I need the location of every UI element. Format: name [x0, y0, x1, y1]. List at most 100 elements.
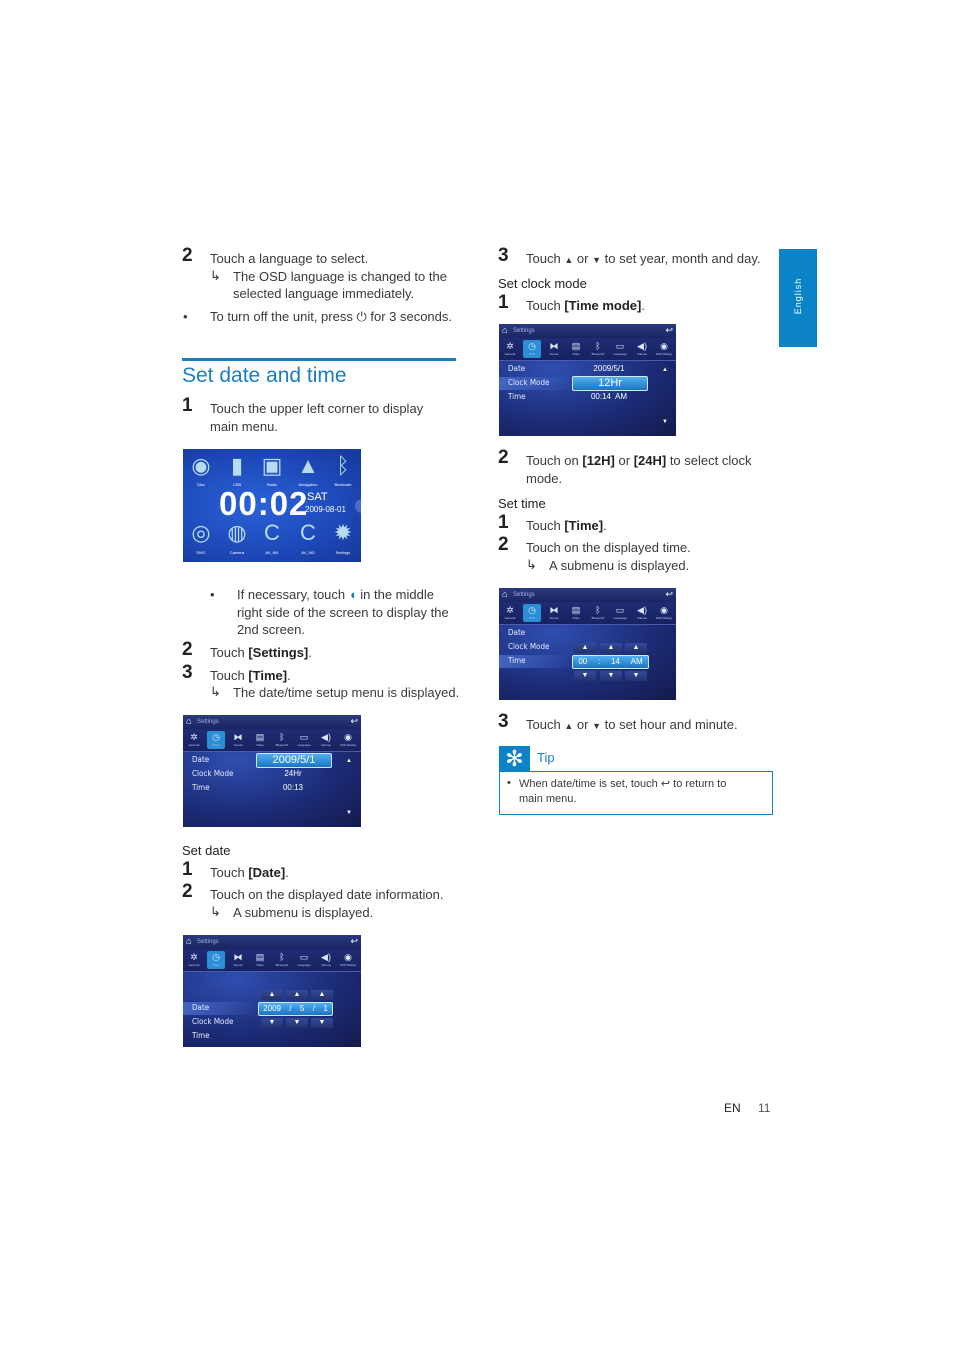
- step-text-part: .: [285, 865, 289, 880]
- clock-icon: ◷: [212, 952, 220, 962]
- tab-bluetooth: ᛒ Bluetooth: [589, 340, 607, 358]
- main-menu-screenshot: ◉ Disc ▮ USB ▣ Radio ▲ Navigation ᛒ Blue…: [183, 449, 361, 562]
- tab-volume: ◀) Volume: [633, 340, 651, 358]
- step-text: Touch ▲ or ▼ to set hour and minute.: [526, 716, 738, 735]
- language-icon: ▭: [299, 952, 309, 962]
- time-value: 00:13: [282, 783, 304, 792]
- clock-mode-label: Clock Mode: [508, 378, 550, 387]
- step-number: 2: [182, 245, 193, 266]
- step-text: mode.: [526, 471, 563, 486]
- tab-time: ◷ Time: [207, 731, 225, 749]
- down-arrow-icon: ▼: [592, 721, 601, 731]
- section-title: Set date and time: [182, 364, 347, 387]
- step-text: Touch [Time].: [210, 667, 291, 685]
- next-screen-handle[interactable]: [355, 499, 361, 513]
- step-text-part: Touch: [526, 298, 565, 313]
- settings-tab-bar: ✲ General ◷ Time ⧓ Sound ▤ Video ᛒ Bluetooth …: [499, 338, 676, 361]
- step-text: Touch on [12H] or [24H] to select clock: [526, 452, 751, 470]
- tab-label: General: [188, 963, 200, 967]
- usb-icon: ▮: [230, 453, 244, 478]
- tab-label: DVD Rating: [656, 616, 672, 620]
- step-text-part: .: [287, 668, 291, 683]
- radio-icon: ▣: [261, 453, 283, 478]
- tab-label: DVD Rating: [340, 963, 356, 967]
- bullet-text-part: If necessary, touch: [237, 587, 346, 602]
- result-arrow-icon: ↳: [210, 684, 221, 699]
- steering-wheel-icon: ◎: [191, 520, 211, 545]
- datetime-menu-screenshot: Settings ⌂ ↩ ✲ General ◷ Time ⧓ Sound ▤ Vide…: [183, 715, 361, 827]
- up-arrow-icon: ▲: [564, 255, 574, 265]
- left-arrow-tab-icon: ◖: [348, 587, 357, 602]
- sound-icon: ⧓: [549, 341, 559, 351]
- day-value: 1: [323, 1004, 328, 1013]
- step-number: 1: [182, 395, 193, 416]
- settings-tab-bar: ✲ General ◷ Time ⧓ Sound ▤ Video ᛒ Bluetooth …: [499, 602, 676, 625]
- date-edit-field: 2009 / 5 / 1: [258, 1002, 333, 1016]
- language-side-tab: English: [779, 249, 817, 347]
- tab-label: Volume: [320, 963, 331, 967]
- time-label: Time: [508, 656, 526, 665]
- day-display: SAT: [307, 491, 328, 503]
- tab-label: Time: [528, 352, 536, 356]
- tab-video: ▤ Video: [251, 731, 269, 749]
- step-text: Touch ▲ or ▼ to set year, month and day.: [526, 250, 760, 269]
- tab-general: ✲ General: [185, 951, 203, 969]
- subheading: Set time: [498, 496, 546, 511]
- step-text: Touch on the displayed time.: [526, 540, 691, 555]
- gear-icon: ✲: [506, 605, 514, 615]
- step-text-part: to set hour and minute.: [604, 717, 738, 732]
- bluetooth-icon: ᛒ: [279, 952, 285, 962]
- day-down-button: ▼: [311, 1018, 333, 1028]
- result-arrow-icon: ↳: [526, 557, 537, 572]
- gear-icon: ✲: [506, 341, 514, 351]
- disc-rating-icon: ◉: [344, 952, 352, 962]
- minute-up-button: ▲: [600, 643, 622, 653]
- home-icon: ⌂: [186, 936, 192, 946]
- step-text-part: .: [641, 298, 645, 313]
- tab-label: Video: [572, 616, 580, 620]
- sound-icon: ⧓: [549, 605, 559, 615]
- disc-rating-icon: ◉: [344, 732, 352, 742]
- result-text: The date/time setup menu is displayed.: [233, 685, 460, 700]
- tab-label: DVD Rating: [656, 352, 672, 356]
- tab-bluetooth: ᛒ Bluetooth: [589, 604, 607, 622]
- step-text-part: Touch: [210, 865, 249, 880]
- back-icon: ↩: [350, 936, 358, 946]
- step-text: Touch the upper left corner to display: [210, 401, 424, 416]
- video-icon: ▤: [571, 341, 581, 351]
- date-submenu-screenshot: Settings ⌂ ↩ ✲ General ◷ Time ⧓ Sound ▤ Vide…: [183, 935, 361, 1047]
- page-number: 11: [758, 1101, 771, 1115]
- result-text: The OSD language is changed to the: [233, 269, 447, 284]
- bullet: •: [210, 587, 215, 602]
- subheading: Set date: [182, 843, 231, 858]
- volume-icon: ◀): [637, 341, 647, 351]
- year-up-button: ▲: [261, 990, 283, 1000]
- tab-video: ▤ Video: [567, 340, 585, 358]
- separator: :: [598, 657, 601, 666]
- date-label: Date: [508, 628, 526, 637]
- tip-text: main menu.: [519, 793, 577, 805]
- tab-label: Volume: [636, 352, 647, 356]
- screen-title-bar: Settings: [183, 715, 361, 729]
- day-up-button: ▲: [311, 990, 333, 1000]
- tip-text: When date/time is set, touch ↩ to return…: [519, 777, 726, 790]
- back-icon: ↩: [665, 325, 673, 335]
- tab-sound: ⧓ Sound: [229, 731, 247, 749]
- tab-label: Language: [613, 352, 627, 356]
- tab-language: ▭ Language: [611, 604, 629, 622]
- tab-label: General: [504, 616, 516, 620]
- home-icon: ⌂: [186, 716, 192, 726]
- tab-dvd-rating: ◉ DVD Rating: [655, 604, 673, 622]
- back-icon: ↩: [665, 589, 673, 599]
- screen-title-bar: Settings: [499, 324, 676, 338]
- tab-label: Sound: [233, 963, 243, 967]
- tab-label: Time: [212, 743, 220, 747]
- date-reference: [Date]: [248, 865, 286, 880]
- screen-title: Settings: [513, 592, 535, 598]
- hour-value: 00: [578, 657, 588, 666]
- tip-text-part: When date/time is set, touch: [519, 778, 658, 790]
- bullet-text: To turn off the unit, press ⏻ for 3 seco…: [210, 309, 453, 324]
- screen-title-bar: Settings: [499, 588, 676, 602]
- tab-label: Bluetooth: [591, 352, 605, 356]
- tip-asterisk-icon: ✻: [505, 746, 524, 771]
